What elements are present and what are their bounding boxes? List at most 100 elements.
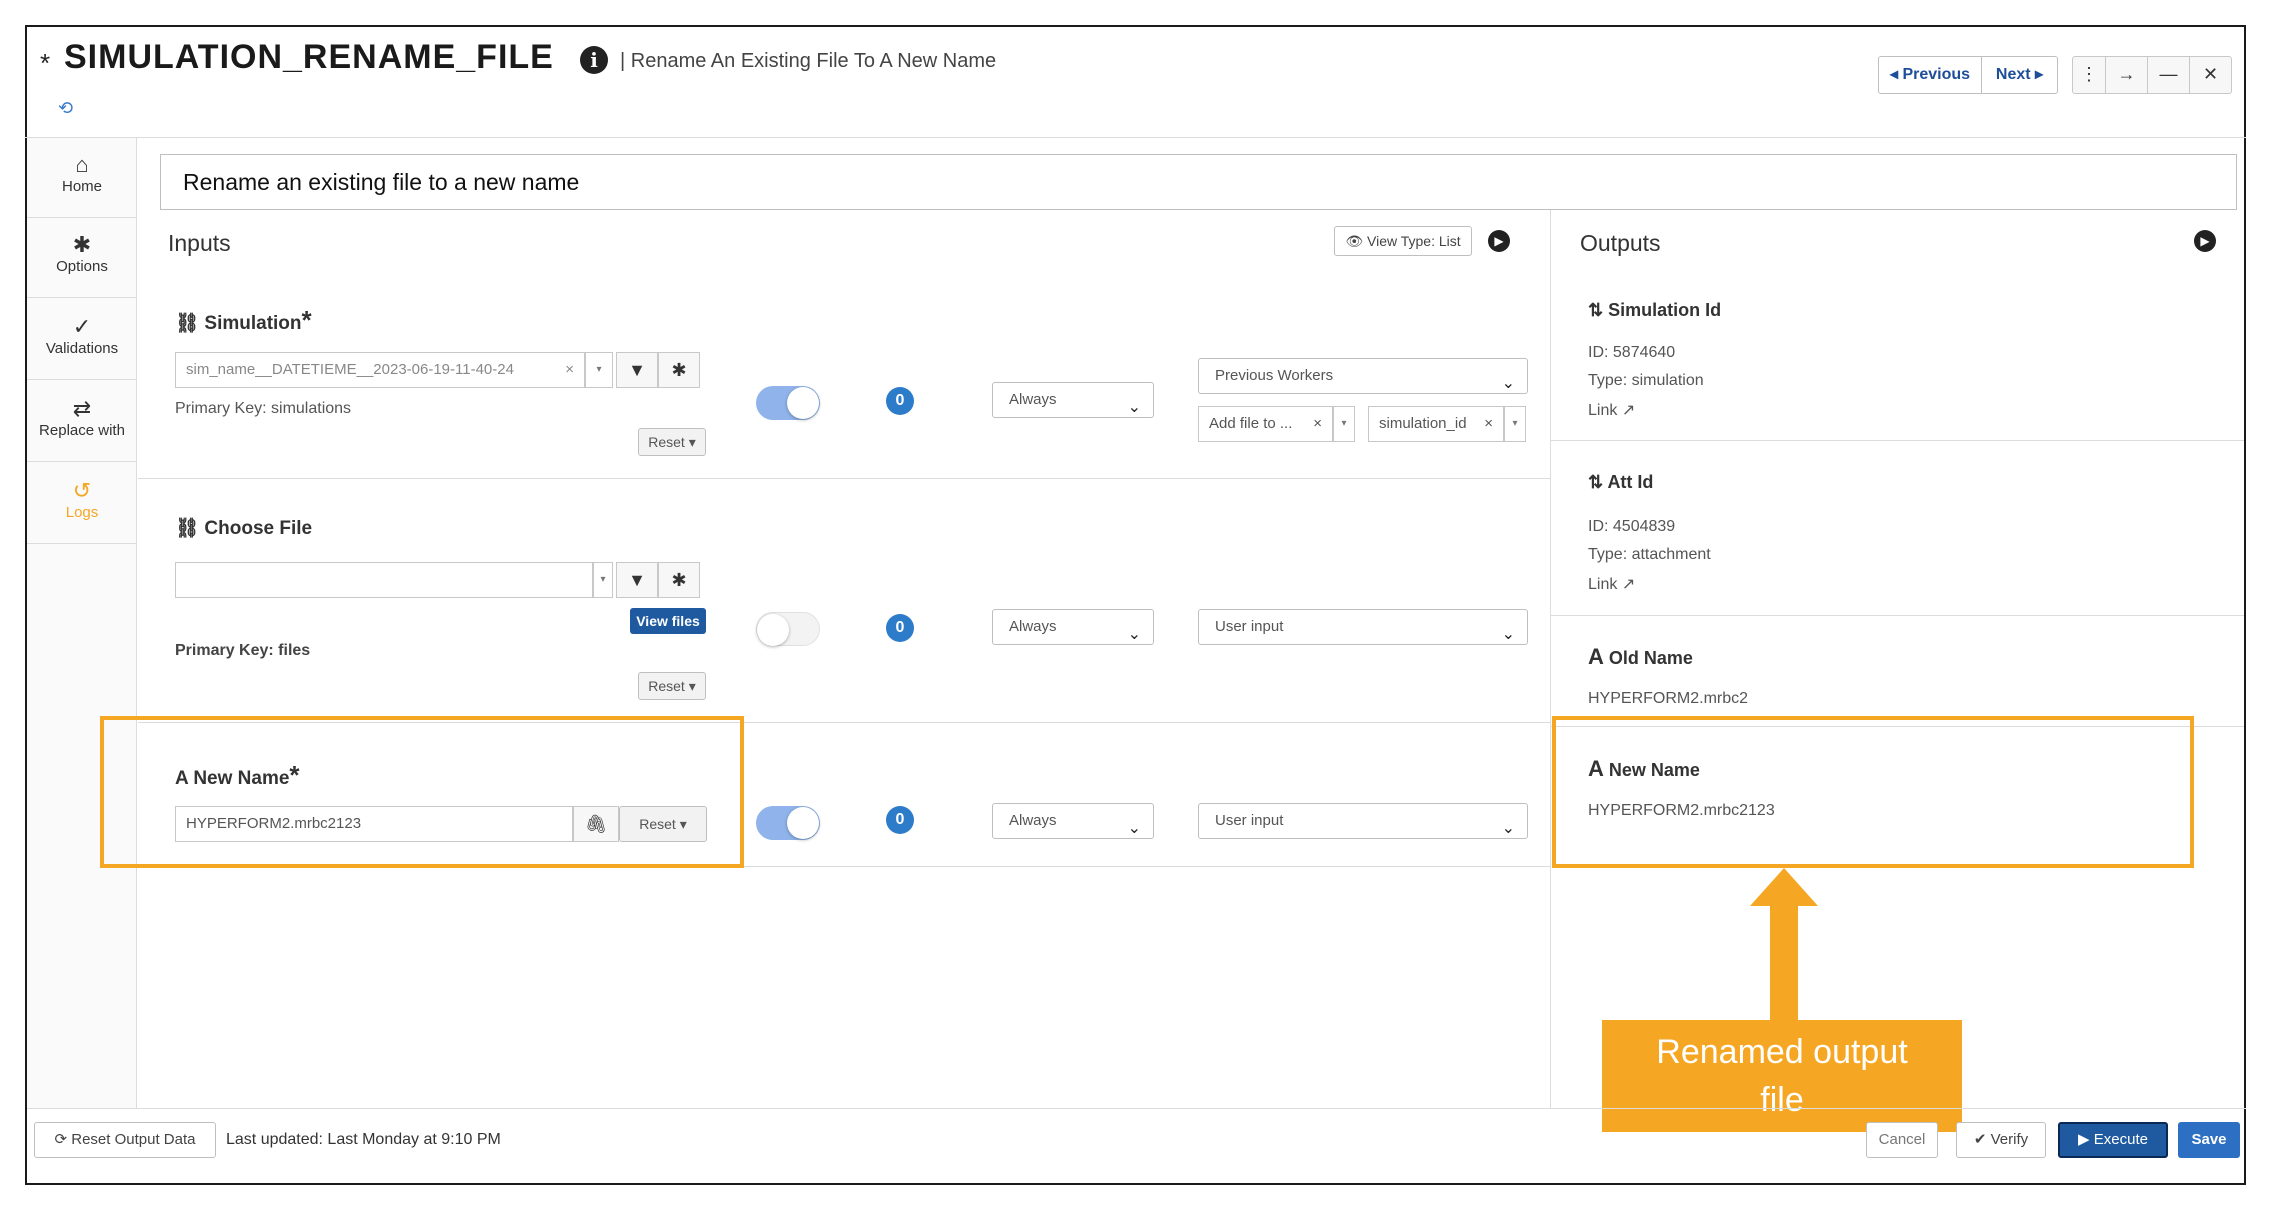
check-circle-icon: ✔	[1973, 1131, 1987, 1148]
output-old-name-value: HYPERFORM2.mrbc2	[1588, 690, 1749, 707]
callout-arrow	[1750, 868, 1818, 1026]
save-button[interactable]: Save	[2178, 1122, 2240, 1158]
verify-button[interactable]: ✔ Verify	[1956, 1122, 2046, 1158]
external-link-icon: ↗	[1621, 402, 1636, 419]
inputs-title: Inputs	[168, 230, 231, 256]
eye-icon: 👁	[1345, 233, 1364, 249]
page-subtitle: | Rename An Existing File To A New Name	[620, 50, 997, 72]
last-updated-text: Last updated: Last Monday at 9:10 PM	[226, 1131, 501, 1148]
chevron-down-icon[interactable]: ▾	[1333, 406, 1355, 442]
simulation-select[interactable]: sim_name__DATETIEME__2023-06-19-11-40-24…	[175, 352, 585, 388]
simulation-label: ⛓ Simulation*	[175, 305, 312, 335]
sidebar-item-label: Home	[61, 178, 102, 195]
add-file-select[interactable]: Add file to ... ×	[1198, 406, 1333, 442]
view-type-label: View Type: List	[1367, 233, 1461, 249]
output-new-name-highlight	[1552, 716, 2194, 868]
row-divider	[138, 478, 1550, 479]
new-name-mode-select[interactable]: Always ⌄	[992, 803, 1154, 839]
output-att-id-value: ID: 4504839	[1588, 518, 1676, 535]
choose-file-select[interactable]	[175, 562, 593, 598]
sort-icon: ⇅	[1588, 300, 1604, 320]
new-name-highlight	[100, 716, 744, 868]
sidebar-item-replace-with[interactable]: ⇄ Replace with	[27, 382, 137, 462]
footer-divider	[27, 1108, 2246, 1109]
chevron-down-icon[interactable]: ▾	[1504, 406, 1526, 442]
clear-icon[interactable]: ×	[1313, 407, 1322, 441]
choose-file-label: ⛓ Choose File	[175, 518, 313, 539]
chevron-down-icon[interactable]: ▾	[585, 352, 613, 388]
description-field[interactable]: Rename an existing file to a new name	[160, 154, 2237, 210]
sidebar-item-options[interactable]: ✱ Options	[27, 218, 137, 298]
new-name-source-select[interactable]: User input ⌄	[1198, 803, 1528, 839]
chevron-down-icon: ⌄	[1127, 820, 1141, 837]
header-divider	[25, 137, 2246, 138]
new-name-count-badge: 0	[886, 806, 914, 834]
external-link-icon: ↗	[1621, 576, 1636, 593]
minimize-icon[interactable]: —	[2148, 56, 2190, 94]
simulation-id-select[interactable]: simulation_id ×	[1368, 406, 1504, 442]
play-circle-icon[interactable]: ▶	[2194, 230, 2216, 252]
outputs-title: Outputs	[1580, 230, 1661, 256]
next-button[interactable]: Next ▸	[1982, 56, 2058, 94]
refresh-icon: ⟳	[54, 1131, 68, 1148]
sidebar-item-validations[interactable]: ✓ Validations	[27, 300, 137, 380]
choose-file-primary-key: Primary Key: files	[175, 642, 311, 659]
choose-file-count-badge: 0	[886, 614, 914, 642]
toggle-knob	[787, 387, 819, 419]
simulation-source-select[interactable]: Previous Workers ⌄	[1198, 358, 1528, 394]
simulation-toggle[interactable]	[756, 386, 820, 420]
sync-icon[interactable]: ⟲	[58, 98, 73, 119]
sidebar-item-label: Options	[56, 258, 108, 275]
output-simulation-link[interactable]: Link ↗	[1588, 400, 1635, 420]
clear-icon[interactable]: ×	[565, 353, 574, 387]
choose-file-toggle[interactable]	[756, 612, 820, 646]
view-type-button[interactable]: 👁 View Type: List	[1334, 226, 1472, 256]
output-att-type: Type: attachment	[1588, 546, 1711, 563]
play-circle-icon[interactable]: ▶	[1488, 230, 1510, 252]
unsaved-marker: *	[40, 48, 51, 78]
output-att-link[interactable]: Link ↗	[1588, 574, 1635, 594]
simulation-primary-key: Primary Key: simulations	[175, 400, 352, 417]
chevron-down-icon: ⌄	[1501, 626, 1515, 643]
output-old-name-label: A Old Name	[1588, 644, 1693, 669]
output-att-id-label: ⇅ Att Id	[1588, 472, 1654, 492]
arrow-right-icon[interactable]: →	[2106, 56, 2148, 94]
arrow-up-icon	[1750, 868, 1818, 1026]
chevron-down-icon[interactable]: ▾	[593, 562, 613, 598]
clear-icon[interactable]: ×	[1484, 407, 1493, 441]
sort-icon: ⇅	[1588, 472, 1604, 492]
filter-icon[interactable]: ▼	[616, 562, 658, 598]
simulation-mode-select[interactable]: Always ⌄	[992, 382, 1154, 418]
new-name-toggle[interactable]	[756, 806, 820, 840]
info-circle-icon[interactable]: i	[580, 46, 608, 74]
execute-button[interactable]: ▶ Execute	[2058, 1122, 2168, 1158]
callout-box: Renamed output file	[1602, 1020, 1962, 1132]
view-files-button[interactable]: View files	[630, 608, 706, 634]
close-icon[interactable]: ✕	[2190, 56, 2232, 94]
more-vertical-icon[interactable]: ⋮	[2072, 56, 2106, 94]
sidebar-item-label: Logs	[65, 504, 99, 521]
simulation-reset-button[interactable]: Reset ▾	[638, 428, 706, 456]
callout-line-2: file	[1760, 1081, 1804, 1119]
check-icon: ✓	[72, 314, 92, 339]
filter-icon[interactable]: ▼	[616, 352, 658, 388]
cancel-button[interactable]: Cancel	[1866, 1122, 1938, 1158]
gear-icon[interactable]: ✱	[658, 352, 700, 388]
toggle-knob	[757, 614, 789, 646]
choose-file-source-select[interactable]: User input ⌄	[1198, 609, 1528, 645]
reset-output-data-button[interactable]: ⟳ Reset Output Data	[34, 1122, 216, 1158]
chevron-down-icon: ⌄	[1501, 375, 1515, 392]
chevron-down-icon: ⌄	[1127, 626, 1141, 643]
choose-file-reset-button[interactable]: Reset ▾	[638, 672, 706, 700]
gear-icon[interactable]: ✱	[658, 562, 700, 598]
output-divider	[1551, 440, 2244, 441]
sidebar-item-logs[interactable]: ↺ Logs	[27, 464, 137, 544]
output-divider	[1551, 615, 2244, 616]
sidebar-item-home[interactable]: ⌂ Home	[27, 138, 137, 218]
choose-file-mode-select[interactable]: Always ⌄	[992, 609, 1154, 645]
simulation-count-badge: 0	[886, 387, 914, 415]
callout-line-1: Renamed output	[1656, 1033, 1908, 1071]
chevron-down-icon: ⌄	[1127, 399, 1141, 416]
previous-button[interactable]: ◂ Previous	[1878, 56, 1982, 94]
toggle-knob	[787, 807, 819, 839]
